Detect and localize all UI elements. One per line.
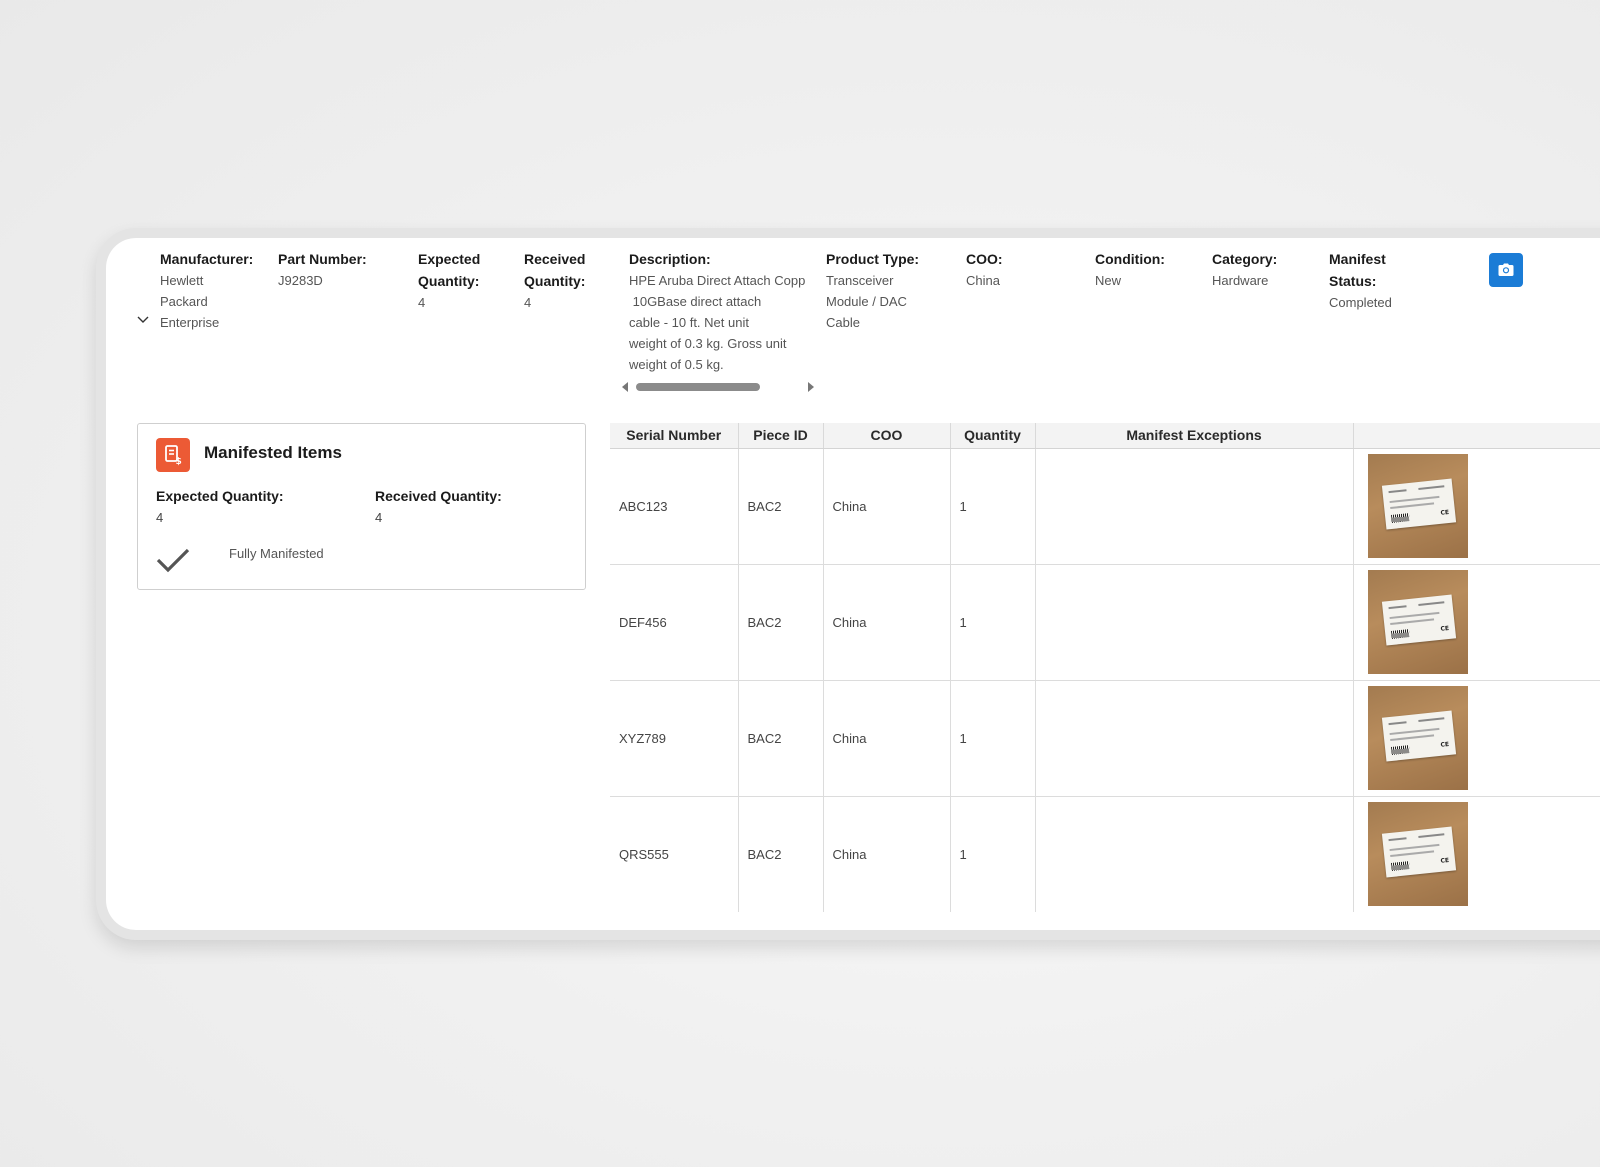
expected-quantity-value: 4 [156, 510, 164, 525]
serial-number-cell: XYZ789 [610, 680, 739, 797]
column-header[interactable]: Serial Number [610, 423, 739, 449]
table-row[interactable]: XYZ789 BAC2 China 1 CE [610, 680, 1600, 797]
photo-cell: CE [1353, 796, 1600, 912]
field-expected-quantity: Expected Quantity: 4 [418, 251, 481, 310]
manifest-exceptions-cell [1035, 448, 1354, 565]
quantity-cell: 1 [950, 680, 1036, 797]
field-description: Description: HPE Aruba Direct Attach Cop… [629, 251, 806, 372]
manifest-exceptions-cell [1035, 680, 1354, 797]
document-dollar-icon: $ [156, 438, 190, 472]
column-header[interactable]: Piece ID [738, 423, 824, 449]
photo-cell: CE [1353, 448, 1600, 565]
chevron-down-icon[interactable] [136, 312, 150, 326]
serial-table: Serial Number Piece ID COO Quantity Mani… [610, 423, 1600, 912]
piece-id-cell: BAC2 [738, 564, 824, 681]
package-photo[interactable]: CE [1367, 802, 1468, 907]
field-manifest-status: Manifest Status: Completed [1329, 251, 1392, 310]
coo-cell: China [823, 680, 951, 797]
manifest-exceptions-cell [1035, 564, 1354, 681]
table-header-row: Serial Number Piece ID COO Quantity Mani… [610, 423, 1600, 449]
manifested-items-panel: $ Manifested Items Expected Quantity: 4 … [137, 423, 586, 590]
manifest-status-text: Fully Manifested [229, 546, 324, 561]
manifested-items-title: Manifested Items [204, 443, 342, 462]
field-coo: COO: China [966, 251, 1003, 288]
table-row[interactable]: DEF456 BAC2 China 1 CE [610, 564, 1600, 681]
table-row[interactable]: ABC123 BAC2 China 1 CE [610, 448, 1600, 565]
package-photo[interactable]: CE [1367, 570, 1468, 674]
camera-icon [1498, 263, 1514, 276]
scrollbar-thumb[interactable] [636, 383, 760, 391]
quantity-cell: 1 [950, 564, 1036, 681]
field-received-quantity: Received Quantity: 4 [524, 251, 586, 310]
column-header[interactable]: Manifest Exceptions [1035, 423, 1354, 449]
photo-cell: CE [1353, 680, 1600, 797]
field-part-number: Part Number: J9283D [278, 251, 367, 288]
coo-cell: China [823, 448, 951, 565]
coo-cell: China [823, 564, 951, 681]
scroll-left-icon[interactable] [622, 382, 628, 392]
field-condition: Condition: New [1095, 251, 1165, 288]
photo-cell: CE [1353, 564, 1600, 681]
piece-id-cell: BAC2 [738, 448, 824, 565]
table-row[interactable]: QRS555 BAC2 China 1 CE [610, 796, 1600, 912]
svg-text:$: $ [176, 457, 182, 466]
quantity-cell: 1 [950, 796, 1036, 912]
manifest-exceptions-cell [1035, 796, 1354, 912]
package-photo[interactable]: CE [1367, 686, 1468, 790]
package-photo[interactable]: CE [1367, 454, 1468, 558]
received-quantity-value: 4 [375, 510, 383, 525]
piece-id-cell: BAC2 [738, 680, 824, 797]
expected-quantity-label: Expected Quantity: [156, 488, 284, 504]
description-scrollbar[interactable] [622, 380, 816, 392]
serial-number-cell: DEF456 [610, 564, 739, 681]
scroll-right-icon[interactable] [808, 382, 814, 392]
serial-number-cell: QRS555 [610, 796, 739, 912]
camera-button[interactable] [1489, 253, 1523, 287]
serial-number-cell: ABC123 [610, 448, 739, 565]
quantity-cell: 1 [950, 448, 1036, 565]
field-product-type: Product Type: Transceiver Module / DAC C… [826, 251, 920, 330]
part-detail-card: Manufacturer: Hewlett Packard Enterprise… [106, 238, 1600, 930]
piece-id-cell: BAC2 [738, 796, 824, 912]
received-quantity-label: Received Quantity: [375, 488, 502, 504]
checkmark-icon [156, 548, 190, 573]
column-header[interactable]: Quantity [950, 423, 1036, 449]
coo-cell: China [823, 796, 951, 912]
field-category: Category: Hardware [1212, 251, 1278, 288]
field-manufacturer: Manufacturer: Hewlett Packard Enterprise [160, 251, 254, 330]
column-header [1353, 423, 1600, 449]
column-header[interactable]: COO [823, 423, 951, 449]
